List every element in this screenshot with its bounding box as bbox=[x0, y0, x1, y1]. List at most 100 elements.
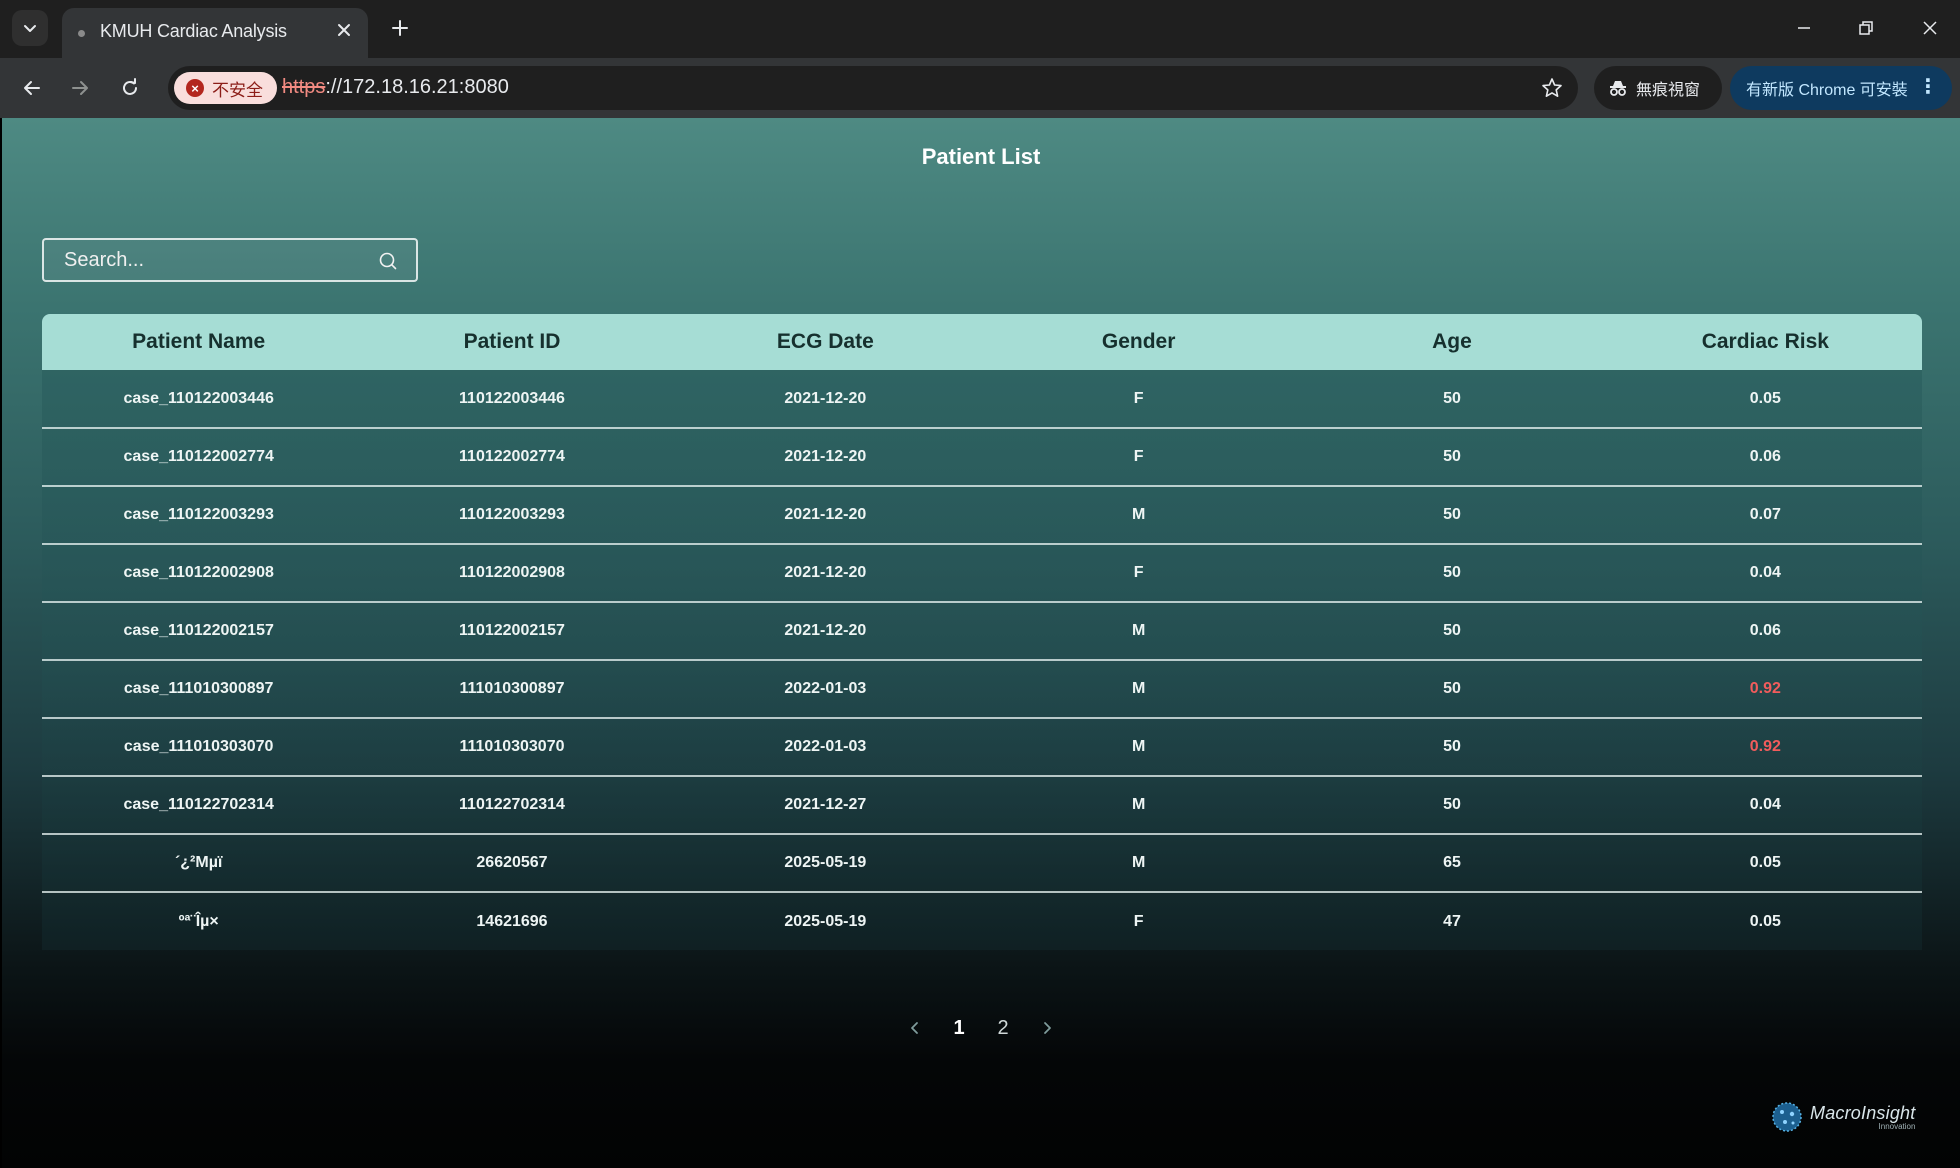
macroinsight-logo: MacroInsight Innovation bbox=[1770, 1100, 1915, 1134]
cell-age: 50 bbox=[1443, 738, 1461, 755]
back-arrow-icon bbox=[24, 81, 40, 95]
incognito-icon bbox=[1610, 81, 1626, 96]
warning-icon: × bbox=[186, 79, 204, 97]
forward-arrow-icon bbox=[72, 81, 88, 95]
prev-page-button[interactable] bbox=[893, 1008, 937, 1048]
cell-gender: F bbox=[1133, 564, 1144, 581]
cell-gender: F bbox=[1133, 912, 1144, 930]
table-row[interactable]: case_111010303070 111010303070 2022-01-0… bbox=[42, 718, 1922, 776]
minimize-icon bbox=[1798, 27, 1810, 29]
cell-patient-name: case_110122002157 bbox=[123, 622, 274, 639]
chrome-update-button[interactable]: 有新版 Chrome 可安裝 ⋮ bbox=[1730, 66, 1952, 110]
column-header-patient-id[interactable]: Patient ID bbox=[355, 314, 668, 370]
tab-close-button[interactable] bbox=[332, 18, 356, 42]
cell-age: 50 bbox=[1443, 796, 1461, 813]
close-window-button[interactable] bbox=[1910, 10, 1950, 46]
cell-gender: F bbox=[1133, 448, 1144, 465]
back-button[interactable] bbox=[14, 70, 50, 106]
table-row[interactable]: case_110122002157 110122002157 2021-12-2… bbox=[42, 602, 1922, 660]
cell-patient-id: 110122003293 bbox=[459, 506, 565, 523]
cell-patient-name: case_111010303070 bbox=[123, 738, 274, 755]
cell-patient-id: 110122702314 bbox=[459, 796, 565, 813]
address-bar[interactable]: × 不安全 https://172.18.16.21:8080 bbox=[168, 66, 1578, 110]
column-header-cardiac-risk[interactable]: Cardiac Risk bbox=[1609, 314, 1922, 370]
cell-cardiac-risk: 0.06 bbox=[1749, 622, 1781, 639]
cell-patient-id: 111010300897 bbox=[459, 680, 565, 697]
cell-gender: F bbox=[1133, 389, 1144, 407]
search-icon[interactable] bbox=[378, 251, 398, 271]
cell-patient-id: 110122002774 bbox=[459, 448, 565, 465]
chevron-left-icon bbox=[911, 1022, 918, 1034]
security-badge[interactable]: × 不安全 bbox=[174, 72, 277, 104]
minimize-button[interactable] bbox=[1784, 10, 1824, 46]
security-label: 不安全 bbox=[212, 80, 263, 100]
cell-gender: M bbox=[1131, 506, 1146, 523]
cell-ecg-date: 2022-01-03 bbox=[784, 738, 867, 755]
cell-gender: M bbox=[1131, 738, 1146, 755]
restore-button[interactable] bbox=[1846, 10, 1886, 46]
cell-age: 50 bbox=[1443, 389, 1461, 407]
browser-tab[interactable]: KMUH Cardiac Analysis bbox=[62, 8, 368, 58]
globe-logo-icon bbox=[1772, 1102, 1802, 1132]
cell-cardiac-risk-high: 0.92 bbox=[1749, 738, 1781, 755]
patient-table: Patient Name Patient ID ECG Date Gender … bbox=[42, 314, 1922, 950]
cell-cardiac-risk: 0.04 bbox=[1749, 564, 1781, 581]
column-header-gender[interactable]: Gender bbox=[982, 314, 1295, 370]
cell-ecg-date: 2021-12-20 bbox=[784, 448, 867, 465]
table-row[interactable]: case_110122003446 110122003446 2021-12-2… bbox=[42, 370, 1922, 428]
cell-ecg-date: 2021-12-20 bbox=[784, 564, 867, 581]
forward-button[interactable] bbox=[62, 70, 98, 106]
table-row[interactable]: case_111010300897 111010300897 2022-01-0… bbox=[42, 660, 1922, 718]
search-input[interactable] bbox=[44, 240, 364, 280]
cell-patient-id: 14621696 bbox=[476, 912, 548, 930]
cell-patient-name: case_111010300897 bbox=[123, 680, 274, 697]
table-row[interactable]: ´¿²Mµï 26620567 2025-05-19 M 65 0.05 bbox=[42, 834, 1922, 892]
column-header-age[interactable]: Age bbox=[1295, 314, 1608, 370]
cell-patient-name: ´¿²Mµï bbox=[174, 854, 223, 871]
page-button-2[interactable]: 2 bbox=[981, 1008, 1025, 1048]
table-row[interactable]: case_110122002774 110122002774 2021-12-2… bbox=[42, 428, 1922, 486]
cell-ecg-date: 2021-12-27 bbox=[784, 796, 867, 813]
cell-ecg-date: 2021-12-20 bbox=[784, 506, 867, 523]
cell-patient-id: 111010303070 bbox=[459, 738, 565, 755]
table-row[interactable]: ºª¨Îµ× 14621696 2025-05-19 F 47 0.05 bbox=[42, 892, 1922, 950]
cell-cardiac-risk: 0.06 bbox=[1749, 448, 1781, 465]
star-icon bbox=[1542, 78, 1562, 97]
chevron-down-icon bbox=[24, 25, 36, 32]
pagination: 1 2 bbox=[2, 1008, 1960, 1048]
page-button-1[interactable]: 1 bbox=[937, 1008, 981, 1048]
restore-icon bbox=[1859, 21, 1873, 35]
cell-age: 47 bbox=[1443, 912, 1461, 930]
logo-name: MacroInsight bbox=[1810, 1102, 1916, 1123]
next-page-button[interactable] bbox=[1025, 1008, 1069, 1048]
close-icon bbox=[1923, 21, 1937, 35]
column-header-ecg-date[interactable]: ECG Date bbox=[669, 314, 982, 370]
incognito-indicator[interactable]: 無痕視窗 bbox=[1594, 66, 1722, 110]
reload-button[interactable] bbox=[112, 70, 148, 106]
table-row[interactable]: case_110122003293 110122003293 2021-12-2… bbox=[42, 486, 1922, 544]
close-icon bbox=[338, 24, 350, 36]
tab-search-button[interactable] bbox=[12, 10, 48, 46]
cell-cardiac-risk: 0.05 bbox=[1749, 389, 1781, 407]
cell-ecg-date: 2025-05-19 bbox=[784, 854, 867, 871]
cell-patient-name: case_110122003293 bbox=[123, 506, 274, 523]
cell-patient-id: 110122002908 bbox=[459, 564, 565, 581]
table-row[interactable]: case_110122702314 110122702314 2021-12-2… bbox=[42, 776, 1922, 834]
table-row[interactable]: case_110122002908 110122002908 2021-12-2… bbox=[42, 544, 1922, 602]
cell-cardiac-risk: 0.07 bbox=[1749, 506, 1781, 523]
url-scheme: https bbox=[282, 76, 326, 98]
url-host: ://172.18.16.21:8080 bbox=[325, 76, 509, 98]
more-menu-icon[interactable]: ⋮ bbox=[1918, 76, 1938, 98]
url-text[interactable]: https://172.18.16.21:8080 bbox=[282, 76, 509, 99]
cell-age: 50 bbox=[1443, 506, 1461, 523]
cell-cardiac-risk-high: 0.92 bbox=[1749, 680, 1781, 697]
new-tab-button[interactable] bbox=[384, 12, 416, 44]
cell-age: 50 bbox=[1443, 622, 1461, 639]
cell-age: 50 bbox=[1443, 448, 1461, 465]
table-header-row: Patient Name Patient ID ECG Date Gender … bbox=[42, 314, 1922, 370]
cell-ecg-date: 2021-12-20 bbox=[784, 389, 867, 407]
bookmark-button[interactable] bbox=[1538, 74, 1566, 102]
column-header-patient-name[interactable]: Patient Name bbox=[42, 314, 355, 370]
cell-patient-name: case_110122702314 bbox=[123, 796, 274, 813]
cell-patient-id: 110122002157 bbox=[459, 622, 565, 639]
